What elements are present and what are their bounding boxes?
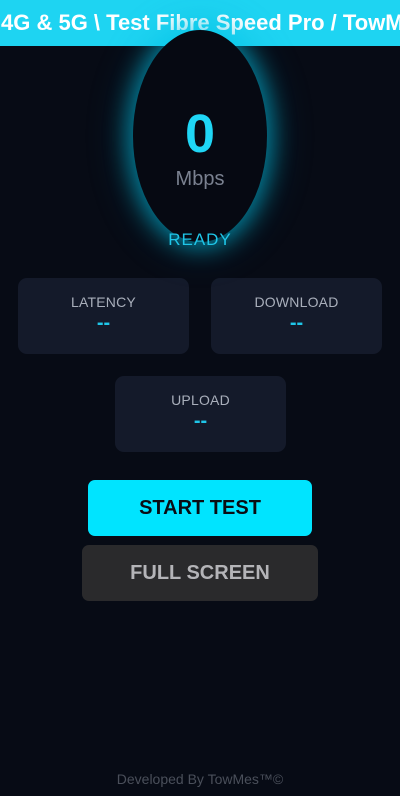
download-label: DOWNLOAD [254, 294, 339, 310]
upload-card: UPLOAD -- [115, 376, 286, 452]
upload-value: -- [193, 410, 208, 432]
full-screen-button[interactable]: FULL SCREEN [82, 545, 318, 601]
developer-credit: Developed By TowMes™© [116, 771, 284, 787]
latency-value: -- [96, 312, 111, 334]
latency-label: LATENCY [71, 294, 136, 310]
start-test-button[interactable]: START TEST [88, 480, 312, 536]
status-text: READY [168, 230, 232, 249]
download-value: -- [289, 312, 304, 334]
upload-label: UPLOAD [171, 392, 230, 408]
speed-value: 0 [184, 104, 216, 164]
download-card: DOWNLOAD -- [211, 278, 382, 354]
speed-unit: Mbps [175, 168, 225, 190]
latency-card: LATENCY -- [18, 278, 189, 354]
